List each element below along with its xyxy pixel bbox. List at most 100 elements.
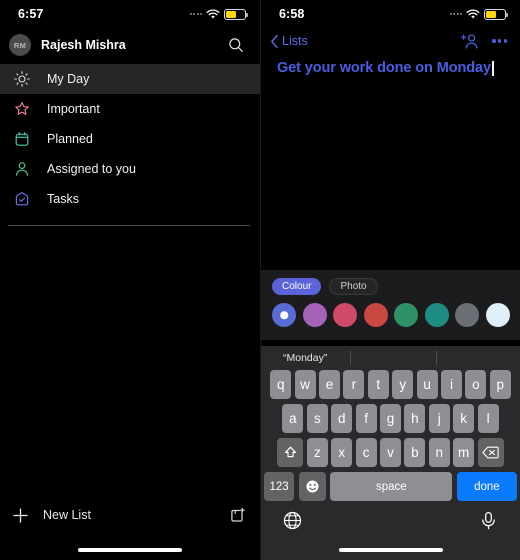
wifi-icon (206, 8, 220, 19)
nav-actions (461, 33, 507, 49)
swatch-blue[interactable] (272, 303, 296, 327)
key-j[interactable]: j (428, 404, 450, 433)
key-f[interactable]: f (355, 404, 377, 433)
chevron-left-icon (271, 34, 278, 48)
key-done[interactable]: done (456, 472, 517, 501)
key-n[interactable]: n (428, 438, 450, 467)
swatch-teal[interactable] (424, 303, 449, 327)
sidebar-item-tasks[interactable]: Tasks (0, 184, 260, 214)
search-icon[interactable] (226, 35, 246, 55)
key-m[interactable]: m (453, 438, 475, 467)
key-l[interactable]: l (477, 404, 499, 433)
prediction-divider (350, 351, 351, 365)
key-d[interactable]: d (331, 404, 353, 433)
swatch-purple[interactable] (302, 303, 327, 327)
sidebar-divider (8, 225, 250, 226)
status-bar-left: 6:57 (0, 0, 260, 28)
status-time: 6:58 (279, 7, 305, 21)
keyboard-row-2: a s d f g h j k l (261, 404, 520, 433)
prediction-suggestion[interactable]: “Monday” (261, 352, 327, 364)
wifi-icon (466, 8, 480, 19)
key-numbers[interactable]: 123 (264, 472, 295, 501)
key-e[interactable]: e (319, 370, 341, 399)
microphone-icon[interactable] (479, 511, 498, 530)
key-u[interactable]: u (416, 370, 438, 399)
keyboard-row-4: 123 space done (261, 472, 520, 501)
dual-phone-screenshot: 6:57 RM Rajesh Mishra My Day Important P… (0, 0, 520, 560)
key-k[interactable]: k (453, 404, 475, 433)
more-options-icon[interactable] (492, 39, 507, 43)
battery-icon (484, 8, 509, 20)
plus-icon[interactable] (12, 507, 29, 524)
home-indicator-right (338, 548, 443, 552)
list-title-text: Get your work done on Monday (277, 60, 491, 76)
on-screen-keyboard: “Monday” q w e r t y u i o p a s d f g h… (261, 346, 520, 560)
sidebar-nav-list: My Day Important Planned Assigned to you… (0, 64, 260, 226)
right-phone-list-editor: 6:58 Lists Get your work done on Monday … (260, 0, 520, 560)
swatch-green[interactable] (394, 303, 418, 327)
key-q[interactable]: q (270, 370, 292, 399)
shift-icon[interactable] (277, 438, 304, 467)
swatch-grey[interactable] (455, 303, 479, 327)
key-h[interactable]: h (404, 404, 426, 433)
key-z[interactable]: z (306, 438, 328, 467)
sidebar-item-label: Planned (47, 132, 93, 146)
key-space[interactable]: space (330, 472, 453, 501)
avatar: RM (9, 34, 31, 56)
key-y[interactable]: y (392, 370, 414, 399)
key-r[interactable]: r (343, 370, 365, 399)
swatch-red[interactable] (363, 303, 388, 327)
new-list-button[interactable]: New List (43, 508, 229, 522)
account-name: Rajesh Mishra (41, 38, 126, 52)
tab-photo[interactable]: Photo (329, 278, 378, 295)
sidebar-item-label: Assigned to you (47, 162, 136, 176)
key-t[interactable]: t (367, 370, 389, 399)
home-indicator-left (78, 548, 182, 552)
key-i[interactable]: i (440, 370, 462, 399)
backspace-icon[interactable] (477, 438, 504, 467)
key-w[interactable]: w (294, 370, 316, 399)
add-person-icon[interactable] (461, 33, 479, 49)
account-header[interactable]: RM Rajesh Mishra (0, 28, 260, 62)
prediction-divider (436, 351, 437, 365)
left-phone-lists-screen: 6:57 RM Rajesh Mishra My Day Important P… (0, 0, 260, 560)
list-title-field[interactable]: Get your work done on Monday (261, 54, 520, 76)
key-x[interactable]: x (331, 438, 353, 467)
key-p[interactable]: p (489, 370, 511, 399)
sidebar-item-assigned-to-you[interactable]: Assigned to you (0, 154, 260, 184)
globe-icon[interactable] (283, 511, 302, 530)
keyboard-row-3: z x c v b n m (261, 438, 520, 467)
key-v[interactable]: v (380, 438, 401, 467)
sidebar-item-label: My Day (47, 72, 90, 86)
key-o[interactable]: o (465, 370, 487, 399)
battery-icon (224, 8, 249, 20)
new-group-icon[interactable] (229, 507, 246, 524)
keyboard-bottom-bar (261, 506, 520, 530)
key-c[interactable]: c (355, 438, 377, 467)
new-list-bar: New List (0, 498, 260, 532)
sidebar-item-label: Important (47, 102, 100, 116)
tab-colour[interactable]: Colour (272, 278, 322, 295)
sidebar-item-my-day[interactable]: My Day (0, 64, 260, 94)
key-a[interactable]: a (282, 404, 304, 433)
picker-tabs: Colour Photo (261, 270, 520, 295)
signal-dots-icon (189, 13, 202, 15)
status-indicators (449, 8, 509, 20)
status-time: 6:57 (18, 7, 44, 21)
key-s[interactable]: s (306, 404, 328, 433)
sun-icon (13, 71, 30, 88)
back-to-lists-button[interactable]: Lists (270, 34, 461, 49)
key-g[interactable]: g (380, 404, 401, 433)
signal-dots-icon (449, 13, 462, 15)
swatch-light-blue[interactable] (485, 303, 510, 327)
key-b[interactable]: b (404, 438, 426, 467)
sidebar-item-label: Tasks (47, 192, 79, 206)
sidebar-item-planned[interactable]: Planned (0, 124, 260, 154)
status-indicators (189, 8, 249, 20)
swatch-pink[interactable] (333, 303, 357, 327)
person-icon (13, 161, 30, 178)
list-nav-bar: Lists (261, 28, 520, 54)
sidebar-item-important[interactable]: Important (0, 94, 260, 124)
colour-swatch-row (261, 295, 520, 327)
emoji-icon[interactable] (298, 472, 326, 501)
